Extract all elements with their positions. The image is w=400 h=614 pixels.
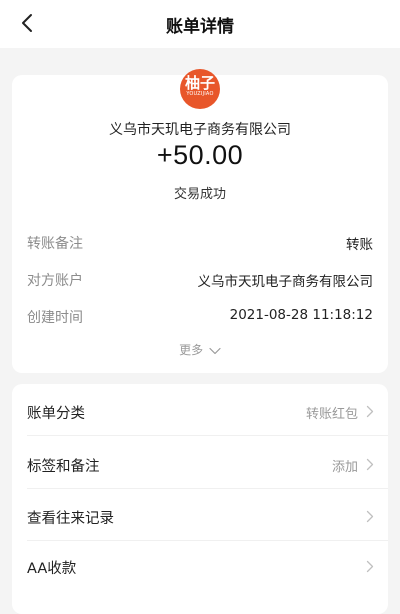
detail-row-created-time: 创建时间 2021-08-28 11:18:12: [27, 307, 373, 329]
detail-label: 创建时间: [27, 310, 83, 326]
merchant-logo: 柚子 YOUZIJIAO: [180, 69, 220, 109]
menu-item-aa-collection[interactable]: AA收款: [12, 541, 388, 591]
merchant-logo-subtext: YOUZIJIAO: [186, 91, 214, 97]
detail-value: 转账: [346, 237, 373, 253]
divider: [27, 435, 388, 436]
chevron-right-icon: [366, 510, 374, 523]
detail-value: 义乌市天玑电子商务有限公司: [197, 274, 374, 290]
merchant-logo-text: 柚子: [184, 74, 215, 92]
menu-item-label: 标签和备注: [27, 459, 100, 475]
detail-row-counterparty-account: 对方账户 义乌市天玑电子商务有限公司: [27, 270, 373, 292]
detail-value: 2021-08-28 11:18:12: [229, 307, 373, 323]
transaction-amount: +50.00: [156, 140, 244, 170]
page-title: 账单详情: [166, 17, 234, 37]
chevron-right-icon: [366, 560, 374, 573]
transaction-status: 交易成功: [173, 187, 226, 202]
chevron-down-icon: [209, 347, 221, 354]
chevron-right-icon: [366, 405, 374, 418]
menu-item-label: AA收款: [27, 561, 77, 577]
chevron-right-icon: [366, 458, 374, 471]
divider: [27, 488, 388, 489]
more-button[interactable]: 更多: [12, 341, 388, 358]
menu-item-bill-category[interactable]: 账单分类 转账红包: [12, 386, 388, 436]
transaction-detail-card: 柚子 YOUZIJIAO 义乌市天玑电子商务有限公司 +50.00 交易成功 转…: [12, 69, 388, 373]
menu-item-value: 转账红包: [305, 407, 358, 422]
menu-item-value: 添加: [331, 460, 358, 475]
transaction-options-card: 账单分类 转账红包 标签和备注 添加 查看往来记录 AA收款: [12, 384, 388, 614]
menu-item-label: 查看往来记录: [27, 511, 114, 527]
detail-label: 对方账户: [27, 273, 83, 289]
menu-item-label: 账单分类: [27, 406, 85, 422]
menu-item-tags-and-notes[interactable]: 标签和备注 添加: [12, 439, 388, 489]
navigation-bar: 账单详情: [0, 0, 400, 48]
more-label: 更多: [179, 343, 204, 357]
detail-label: 转账备注: [27, 236, 83, 252]
merchant-name: 义乌市天玑电子商务有限公司: [109, 122, 291, 138]
menu-item-view-history[interactable]: 查看往来记录: [12, 491, 388, 541]
detail-row-transfer-remark: 转账备注 转账: [27, 233, 373, 255]
